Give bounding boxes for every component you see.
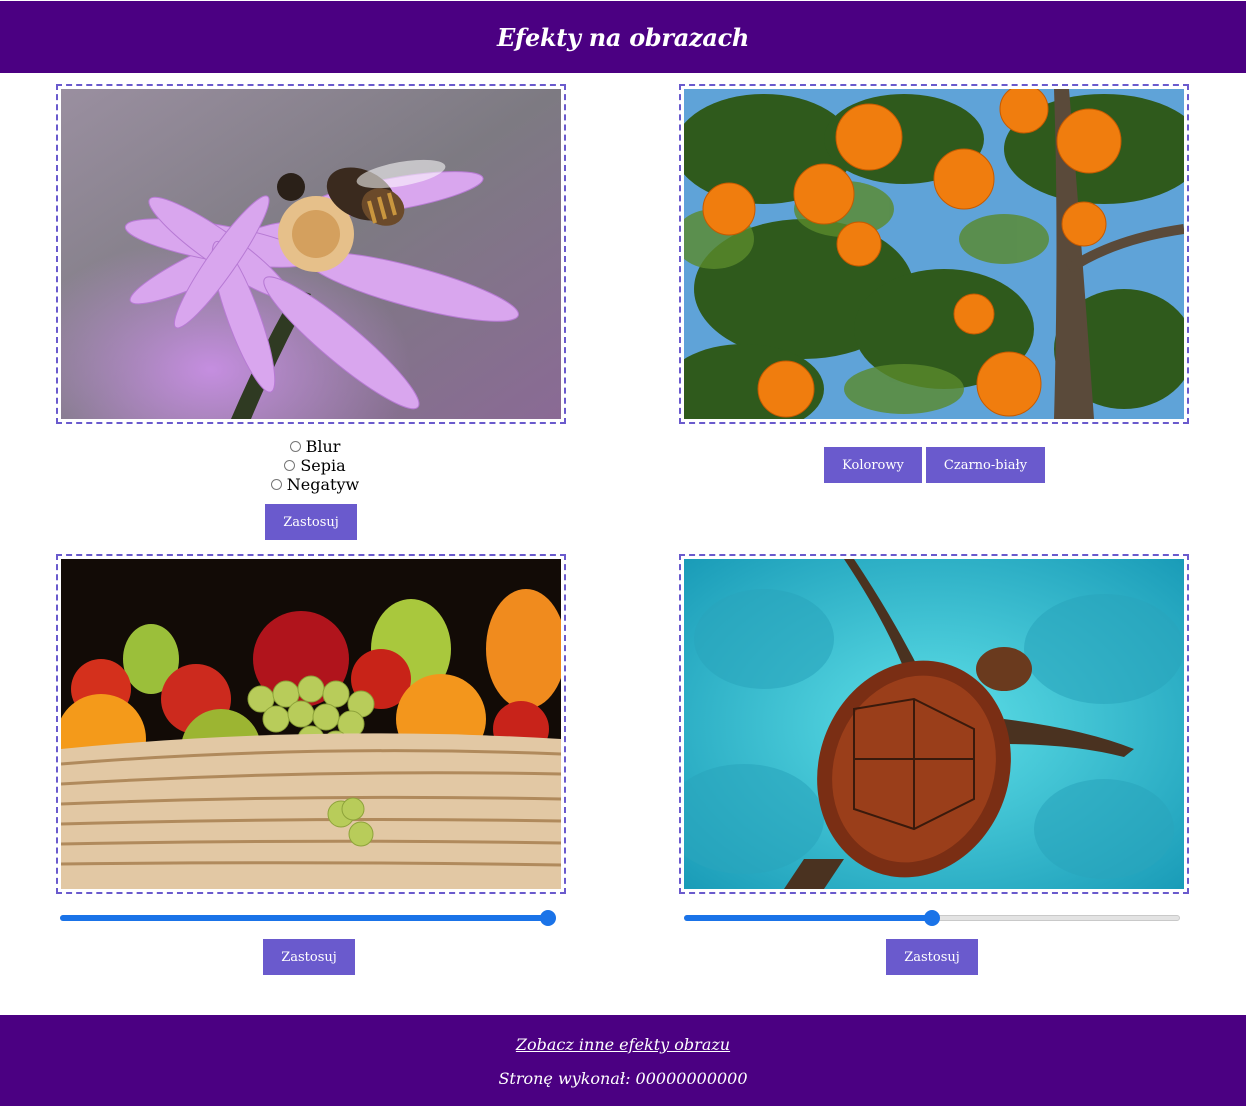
other-effects-link[interactable]: Zobacz inne efekty obrazu [0,1035,1246,1054]
slider-fill [684,915,932,921]
radio-sepia[interactable]: Sepia [265,456,365,475]
page-title: Efekty na obrazach [496,22,750,52]
slider-thumb[interactable] [540,910,556,926]
radio-blur-input[interactable] [289,441,301,452]
radio-sepia-input[interactable] [284,460,296,471]
radio-blur[interactable]: Blur [265,437,365,456]
page-header: Efekty na obrazach [0,1,1246,73]
blur-slider-fruit[interactable] [60,910,556,926]
apply-slider-button-fruit[interactable]: Zastosuj [263,939,355,975]
image-frame-oranges [679,84,1189,424]
apply-effect-button[interactable]: Zastosuj [265,504,357,540]
page-footer: Zobacz inne efekty obrazu Stronę wykonał… [0,1015,1246,1106]
sea-turtle-image [684,559,1184,889]
radio-negative-input[interactable] [270,479,282,490]
black-white-button[interactable]: Czarno-biały [926,447,1045,483]
image-frame-turtle [679,554,1189,894]
radio-sepia-label: Sepia [300,456,346,475]
image-frame-fruit [56,554,566,894]
blur-slider-turtle[interactable] [684,910,1180,926]
color-button[interactable]: Kolorowy [824,447,922,483]
apply-slider-button-turtle[interactable]: Zastosuj [886,939,978,975]
slider-fill [60,915,548,921]
radio-blur-label: Blur [305,437,341,456]
image-frame-flower [56,84,566,424]
flower-bee-image [61,89,561,419]
fruit-basket-image [61,559,561,889]
effect-radio-group: Blur Sepia Negatyw [265,437,365,494]
orange-tree-image [684,89,1184,419]
radio-negative[interactable]: Negatyw [265,475,365,494]
radio-negative-label: Negatyw [286,475,360,494]
slider-thumb[interactable] [924,910,940,926]
author-credit: Stronę wykonał: 00000000000 [498,1069,748,1088]
